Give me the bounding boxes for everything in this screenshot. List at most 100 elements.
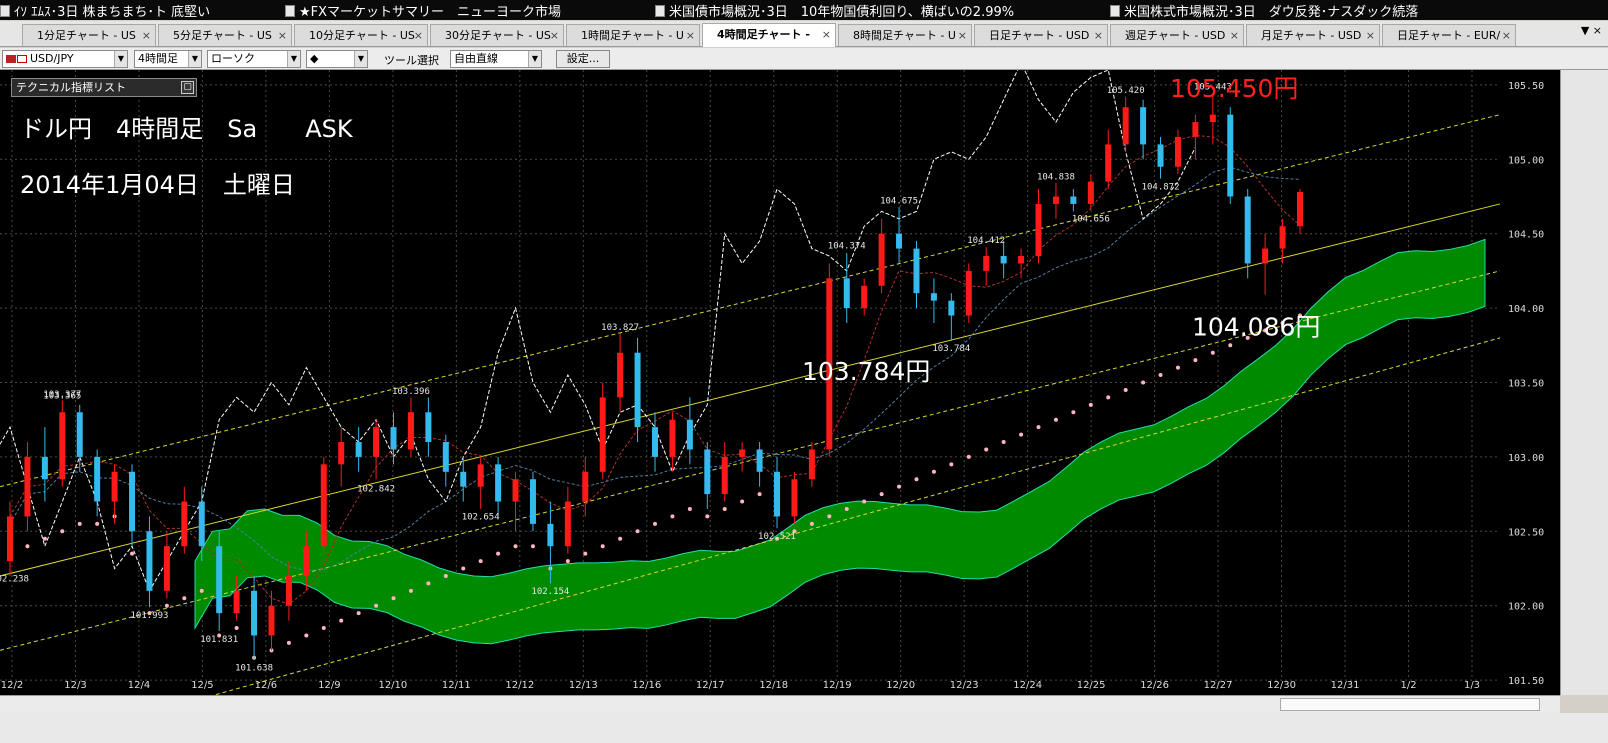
sar-dot <box>1210 350 1215 355</box>
y-tick-label: 101.50 <box>1508 676 1544 687</box>
marker-select[interactable]: ◆ ▼ <box>306 50 368 68</box>
document-icon <box>1110 4 1120 17</box>
sar-dot <box>914 477 919 482</box>
candle-body <box>599 397 606 472</box>
sar-dot <box>164 603 169 608</box>
price-label: 102.842 <box>357 484 395 494</box>
close-icon[interactable]: × <box>686 25 695 46</box>
chart-type-value: ローソク <box>211 52 255 65</box>
ticker-item[interactable]: 米国債市場概況･3日 10年物国債利回り、横ばいの2.99% <box>655 1 1014 20</box>
candle-body <box>721 456 728 495</box>
sar-dot <box>304 633 309 638</box>
ticker-item[interactable]: ｲｿ ｴﾑｽ･3日 株まちまち･ト 底堅い <box>0 1 210 20</box>
candle-body <box>181 501 188 547</box>
tab-chart[interactable]: 日足チャート - USD × <box>974 24 1108 46</box>
tab-label: 1時間足チャート - U <box>581 29 684 42</box>
sar-dot <box>1158 373 1163 378</box>
tab-label: 4時間足チャート - <box>717 28 810 41</box>
technical-indicator-list[interactable]: テクニカル指標リスト ▢ <box>11 78 197 97</box>
sar-dot <box>931 469 936 474</box>
sar-dot <box>984 447 989 452</box>
tab-chart[interactable]: 1時間足チャート - U × <box>566 24 700 46</box>
settings-button[interactable]: 設定... <box>556 50 610 68</box>
price-annotation: 103.784円 <box>802 357 930 386</box>
chart-type-select[interactable]: ローソク ▼ <box>207 50 301 68</box>
tab-chart[interactable]: 4時間足チャート - × <box>702 23 836 47</box>
tab-label: 日足チャート - EUR/ <box>1397 29 1501 42</box>
pair-select[interactable]: USD/JPY ▼ <box>2 50 128 68</box>
close-icon[interactable]: × <box>1502 25 1511 46</box>
close-icon[interactable]: × <box>414 25 423 46</box>
sar-dot <box>565 559 570 564</box>
tab-nav-controls[interactable]: ▼ × <box>1581 24 1602 37</box>
close-icon[interactable]: × <box>958 25 967 46</box>
sar-dot <box>60 529 65 534</box>
sar-dot <box>1019 432 1024 437</box>
sar-dot <box>722 506 727 511</box>
sar-dot <box>391 596 396 601</box>
price-label: 104.374 <box>828 241 866 251</box>
tab-chart[interactable]: 10分足チャート - US × <box>294 24 428 46</box>
sar-dot <box>461 566 466 571</box>
close-icon[interactable]: × <box>550 25 559 46</box>
tab-chart[interactable]: 30分足チャート - US × <box>430 24 564 46</box>
horizontal-scrollbar[interactable] <box>0 695 1560 713</box>
tab-chart[interactable]: 月足チャート - USD × <box>1246 24 1380 46</box>
tab-chart[interactable]: 1分足チャート - US × <box>22 24 156 46</box>
price-label: 103.827 <box>601 323 639 333</box>
price-chart[interactable]: 103.377102.842101.993101.831101.638103.3… <box>0 70 1560 695</box>
candle-body <box>1052 196 1059 204</box>
tab-chart[interactable]: 週足チャート - USD × <box>1110 24 1244 46</box>
close-icon[interactable]: × <box>822 24 831 45</box>
drawing-tool-select[interactable]: 自由直線 ▼ <box>450 50 542 68</box>
close-icon[interactable]: × <box>1094 25 1103 46</box>
sar-dot <box>618 536 623 541</box>
candle-body <box>303 546 310 576</box>
sar-dot <box>496 551 501 556</box>
price-label: 104.656 <box>1072 214 1110 224</box>
timeframe-select[interactable]: 4時間足 ▼ <box>134 50 202 68</box>
y-tick-label: 104.50 <box>1508 230 1544 241</box>
candle-body <box>1018 256 1025 264</box>
scrollbar-thumb[interactable] <box>1280 698 1540 711</box>
tab-chart[interactable]: 日足チャート - EUR/× <box>1382 24 1516 46</box>
candle-body <box>1087 181 1094 204</box>
candle-body <box>76 412 83 457</box>
sar-dot <box>1175 365 1180 370</box>
close-icon[interactable]: × <box>1366 25 1375 46</box>
tab-chart[interactable]: 5分足チャート - US × <box>158 24 292 46</box>
ticker-item[interactable]: 米国株式市場概況･3日 ダウ反発･ナスダック続落 <box>1110 1 1418 20</box>
x-tick-label: 1/2 <box>1400 680 1416 691</box>
candle-body <box>129 471 136 532</box>
tab-label: 5分足チャート - US <box>173 29 272 42</box>
candle-body <box>878 233 885 286</box>
candle-body <box>7 516 13 562</box>
tab-label: 30分足チャート - US <box>445 29 551 42</box>
document-icon <box>655 4 665 17</box>
candle-body <box>355 442 362 457</box>
candle-body <box>390 427 397 450</box>
sar-dot <box>862 499 867 504</box>
x-tick-label: 12/30 <box>1267 680 1296 691</box>
y-tick-label: 103.00 <box>1508 453 1544 464</box>
ticker-item[interactable]: ★FXマーケットサマリー ニューヨーク市場 <box>285 1 561 20</box>
x-tick-label: 12/18 <box>759 680 788 691</box>
close-icon[interactable]: × <box>278 25 287 46</box>
tab-chart[interactable]: 8時間足チャート - U × <box>838 24 972 46</box>
candle-body <box>652 427 658 457</box>
chart-title-line: 2014年1月04日 土曜日 <box>20 171 295 199</box>
candle-body <box>634 352 641 428</box>
ticker-text: 米国債市場概況･3日 10年物国債利回り、横ばいの2.99% <box>669 5 1015 20</box>
candle-body <box>1035 203 1042 257</box>
price-label: 101.993 <box>130 611 168 621</box>
close-icon[interactable]: × <box>1230 25 1239 46</box>
sar-dot <box>600 544 605 549</box>
sar-dot <box>1123 387 1128 392</box>
x-tick-label: 12/25 <box>1077 680 1106 691</box>
price-label: 102.654 <box>462 512 500 522</box>
close-icon[interactable]: × <box>142 25 151 46</box>
collapse-icon[interactable]: ▢ <box>181 81 194 94</box>
candle-body <box>547 523 554 547</box>
sar-dot <box>949 462 954 467</box>
candle-body <box>1209 114 1216 123</box>
